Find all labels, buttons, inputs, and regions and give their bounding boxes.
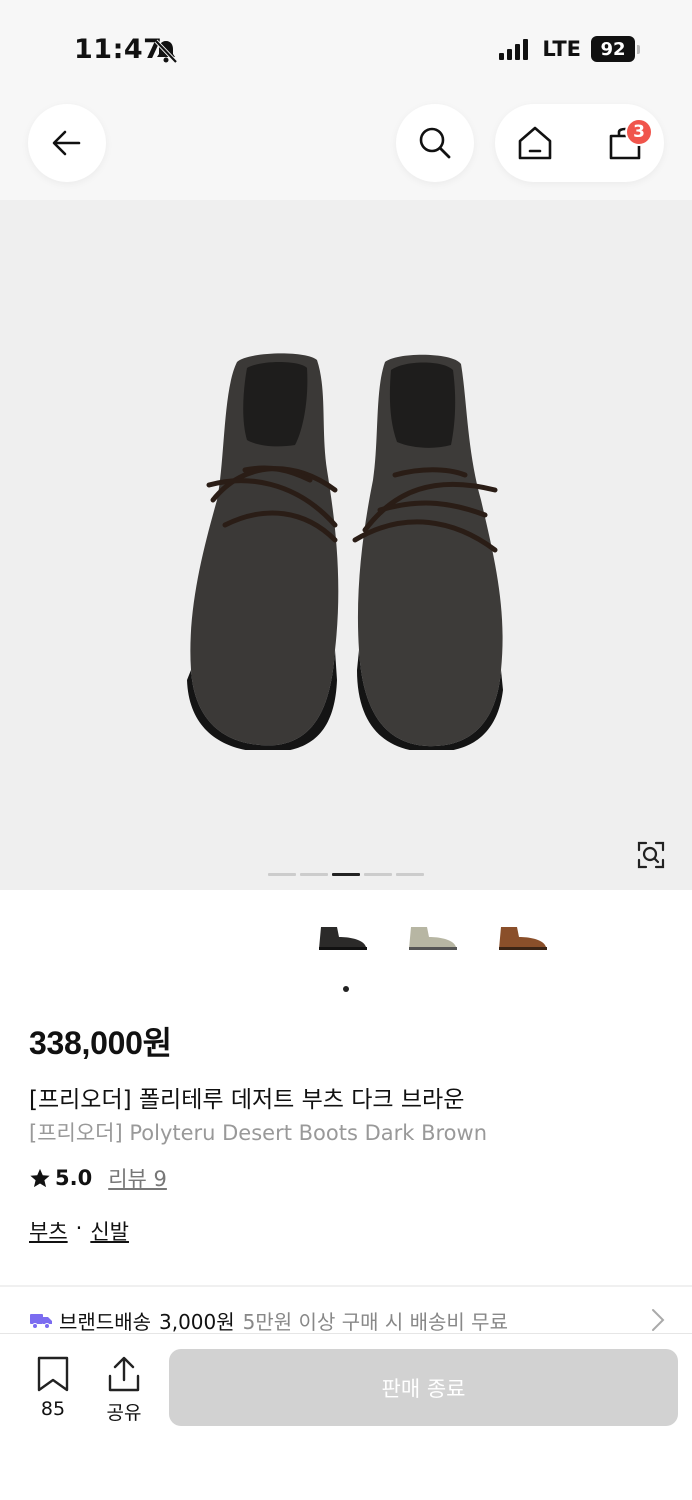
bottom-action-bar: 85 공유 판매 종료	[0, 1333, 692, 1500]
product-price: 338,000원	[29, 1025, 172, 1061]
back-button[interactable]	[28, 104, 106, 182]
carousel-indicators	[268, 873, 424, 876]
carousel-indicator	[396, 873, 424, 876]
status-indicators: LTE 92	[499, 36, 640, 62]
cart-count-badge: 3	[625, 118, 653, 146]
bookmark-count: 85	[40, 1398, 66, 1420]
rating-row: 5.0 리뷰 9	[29, 1163, 167, 1193]
carousel-indicator-active	[332, 873, 360, 876]
top-nav: 3	[0, 100, 692, 200]
signal-icon	[499, 38, 529, 60]
category-separator: ·	[75, 1216, 83, 1240]
cart-button[interactable]	[585, 104, 665, 182]
category-breadcrumb: 부츠 · 신발	[29, 1216, 129, 1246]
home-button[interactable]	[495, 104, 575, 182]
product-title-english: [프리오더] Polyteru Desert Boots Dark Brown	[29, 1121, 488, 1145]
product-image-carousel[interactable]	[0, 200, 692, 890]
star-icon	[30, 1168, 50, 1188]
status-time: 11:47	[74, 34, 163, 65]
status-bar: 11:47 LTE 92	[0, 0, 692, 100]
category-link-boots[interactable]: 부츠	[29, 1216, 68, 1246]
color-option-beige[interactable]	[405, 920, 459, 956]
bookmark-button[interactable]: 85	[30, 1356, 76, 1420]
thumb-pager-dot	[343, 986, 349, 992]
battery-icon: 92	[591, 36, 640, 62]
visual-search-icon[interactable]	[636, 840, 666, 870]
share-label: 공유	[106, 1402, 142, 1424]
color-option-brown[interactable]	[495, 920, 549, 956]
boot-thumbnail-beige	[409, 927, 457, 950]
carousel-indicator	[300, 873, 328, 876]
share-icon	[108, 1356, 140, 1392]
share-button[interactable]: 공유	[101, 1356, 147, 1425]
search-icon	[419, 127, 451, 159]
section-divider	[0, 1285, 692, 1287]
product-title-korean: [프리오더] 폴리테루 데저트 부츠 다크 브라운	[29, 1087, 465, 1113]
boot-thumbnail-black	[319, 927, 367, 950]
truck-icon	[30, 1314, 52, 1329]
search-button[interactable]	[396, 104, 474, 182]
shipping-label: 브랜드배송	[59, 1309, 151, 1334]
rating-value: 5.0	[55, 1166, 93, 1190]
home-icon	[518, 126, 552, 160]
sold-out-button[interactable]: 판매 종료	[169, 1349, 678, 1426]
carousel-indicator	[364, 873, 392, 876]
product-photo-boots	[187, 353, 503, 750]
bookmark-icon	[37, 1356, 69, 1392]
carousel-indicator	[268, 873, 296, 876]
chevron-right-icon	[652, 1309, 665, 1331]
shipping-fee: 3,000원	[159, 1309, 235, 1334]
home-cart-group: 3	[495, 104, 664, 182]
battery-level: 92	[591, 36, 635, 62]
review-link[interactable]: 리뷰 9	[108, 1163, 167, 1193]
category-link-shoes[interactable]: 신발	[90, 1216, 129, 1246]
bell-muted-icon	[154, 39, 178, 64]
color-option-black[interactable]	[315, 920, 369, 956]
boot-thumbnail-brown	[499, 927, 547, 950]
shipping-condition: 5만원 이상 구매 시 배송비 무료	[242, 1309, 508, 1334]
color-options	[315, 920, 549, 956]
network-label: LTE	[542, 37, 581, 61]
arrow-left-icon	[52, 130, 81, 156]
